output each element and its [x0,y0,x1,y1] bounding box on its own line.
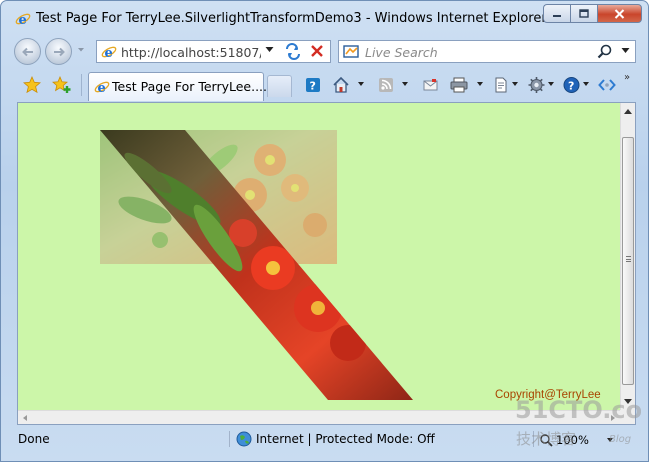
zoom-icon[interactable] [539,433,553,447]
search-input[interactable]: Live Search [365,45,438,60]
tab-ie-icon: e [94,81,110,95]
quick-tabs-icon[interactable]: ? [305,76,321,94]
live-search-logo-icon [343,45,359,58]
minimize-button[interactable] [543,4,570,23]
page-ie-icon: e [101,46,117,60]
help-dropdown-icon[interactable] [583,82,589,86]
search-options-dropdown-icon[interactable] [621,47,630,54]
ie-logo-icon: e [15,13,31,27]
page-viewport: Copyright@TerryLee [17,102,636,425]
search-box[interactable]: Live Search [338,40,636,63]
maximize-button[interactable] [570,4,597,23]
horizontal-scrollbar[interactable] [18,410,620,424]
address-dropdown-icon[interactable] [265,46,274,53]
toolbar-separator [81,74,82,96]
grip-icon [626,256,631,262]
feeds-icon[interactable] [378,76,394,94]
flower-photo-skewed [100,130,413,400]
forward-button[interactable] [45,38,72,65]
add-favorites-icon[interactable] [52,76,72,94]
print-dropdown-icon[interactable] [477,82,483,86]
new-tab-button[interactable] [267,75,292,97]
silverlight-content: Copyright@TerryLee [18,103,620,410]
close-icon [614,8,625,19]
svg-text:?: ? [568,80,574,93]
internet-globe-icon[interactable] [236,431,252,447]
toolbar-overflow-chevron[interactable]: » [624,72,630,83]
address-bar[interactable]: e http://localhost:51807/T [96,40,331,63]
status-bar: Done Internet | Protected Mode: Off 100% [1,428,648,461]
caption-buttons [543,4,642,23]
read-mail-icon[interactable] [422,76,439,94]
svg-text:e: e [19,13,27,27]
svg-text:e: e [98,81,106,95]
search-icon[interactable] [597,44,613,60]
svg-text:?: ? [310,80,316,93]
navigation-bar: e http://localhost:51807/T Live Search [1,35,648,69]
status-divider [229,431,230,447]
vertical-scrollbar[interactable] [620,103,635,410]
vertical-scroll-thumb[interactable] [622,137,634,385]
security-zone-text[interactable]: Internet | Protected Mode: Off [256,432,435,446]
favorites-star-icon[interactable] [23,76,41,94]
status-divider [533,431,534,447]
tools-icon[interactable] [528,76,545,94]
address-input[interactable]: http://localhost:51807/T [121,45,261,60]
home-dropdown-icon[interactable] [358,82,364,86]
page-icon[interactable] [493,76,509,94]
tab-command-bar: e Test Page For TerryLee.... ? ? » [1,69,648,101]
recent-pages-dropdown-icon[interactable] [77,47,85,53]
scroll-up-arrow-icon[interactable] [624,109,632,114]
home-icon[interactable] [332,76,350,94]
tab-label: Test Page For TerryLee.... [112,79,268,94]
nav-buttons [14,38,90,66]
help-icon[interactable]: ? [563,76,580,94]
zoom-dropdown-icon[interactable] [607,438,613,442]
research-icon[interactable] [598,76,616,94]
copyright-text: Copyright@TerryLee [495,389,601,401]
back-button[interactable] [14,38,41,65]
tools-dropdown-icon[interactable] [548,82,554,86]
scroll-down-arrow-icon[interactable] [624,399,632,404]
status-text: Done [18,432,50,446]
browser-window: e Test Page For TerryLee.SilverlightTran… [0,0,649,462]
scroll-left-arrow-icon[interactable] [23,415,27,421]
page-dropdown-icon[interactable] [512,82,518,86]
tab-active[interactable]: e Test Page For TerryLee.... [88,72,268,101]
stop-icon[interactable] [307,43,327,60]
close-button[interactable] [597,4,642,23]
minimize-icon [553,14,561,17]
maximize-icon [579,9,589,18]
scrollbar-corner [620,410,635,424]
window-title: Test Page For TerryLee.SilverlightTransf… [36,11,547,26]
scroll-right-arrow-icon[interactable] [611,415,615,421]
print-icon[interactable] [450,76,468,94]
zoom-level[interactable]: 100% [556,433,589,447]
forward-arrow-icon [53,47,65,56]
title-bar[interactable]: e Test Page For TerryLee.SilverlightTran… [1,1,648,35]
feeds-dropdown-icon[interactable] [402,82,408,86]
svg-text:e: e [105,46,113,60]
refresh-icon[interactable] [283,43,303,60]
back-arrow-icon [21,47,33,56]
